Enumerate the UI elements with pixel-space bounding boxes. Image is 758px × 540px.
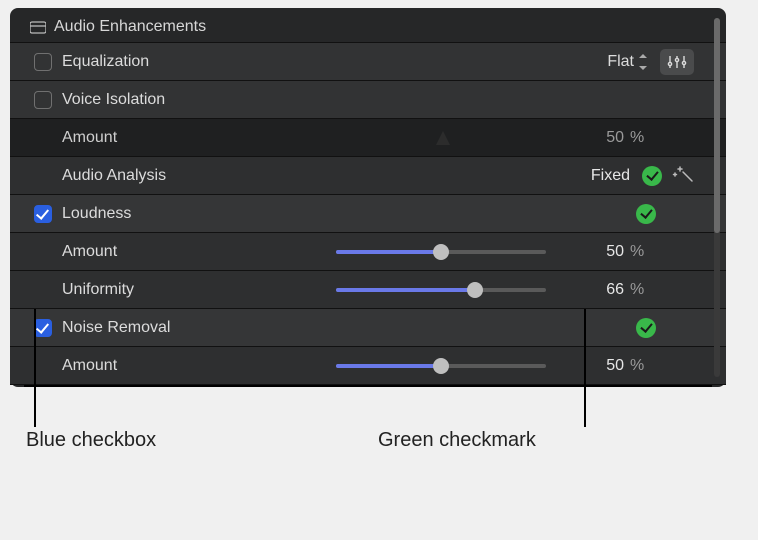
noise-removal-row: Noise Removal	[10, 309, 726, 347]
loudness-uniformity-slider[interactable]	[336, 278, 546, 302]
vi-amount-value: 50	[562, 129, 624, 147]
loudness-label: Loudness	[62, 205, 131, 223]
loudness-amount-value: 50	[562, 243, 624, 261]
scrollbar[interactable]	[714, 18, 720, 377]
loudness-uniformity-row: Uniformity 66 %	[10, 271, 726, 309]
magic-wand-icon[interactable]	[672, 163, 694, 188]
loudness-amount-unit: %	[630, 243, 652, 261]
voice-isolation-checkbox[interactable]	[34, 91, 52, 109]
equalizer-button[interactable]	[660, 49, 694, 75]
noise-removal-checkbox[interactable]	[34, 319, 52, 337]
collapse-icon[interactable]	[30, 20, 46, 34]
vi-amount-unit: %	[630, 129, 652, 147]
loudness-checkbox[interactable]	[34, 205, 52, 223]
callout-blue-checkbox: Blue checkbox	[26, 429, 156, 452]
callouts: Blue checkbox Green checkmark	[0, 397, 758, 465]
voice-isolation-row: Voice Isolation	[10, 81, 726, 119]
loudness-uniformity-value: 66	[562, 281, 624, 299]
panel-bottom-divider	[24, 385, 712, 387]
audio-analysis-label: Audio Analysis	[62, 167, 166, 185]
loudness-amount-label: Amount	[62, 243, 117, 261]
vi-amount-slider-track-empty[interactable]	[434, 129, 452, 147]
audio-enhancements-panel: Audio Enhancements Equalization Flat Voi…	[10, 8, 726, 387]
checkmark-icon	[636, 204, 656, 224]
checkmark-icon	[642, 166, 662, 186]
scrollbar-thumb[interactable]	[714, 18, 720, 233]
loudness-uniformity-unit: %	[630, 281, 652, 299]
equalization-preset-dropdown[interactable]: Flat	[607, 53, 648, 71]
equalization-label: Equalization	[62, 53, 149, 71]
voice-isolation-label: Voice Isolation	[62, 91, 165, 109]
nr-amount-label: Amount	[62, 357, 117, 375]
vi-amount-label: Amount	[62, 129, 117, 147]
section-title: Audio Enhancements	[54, 18, 206, 36]
loudness-amount-slider[interactable]	[336, 240, 546, 264]
loudness-row: Loudness	[10, 195, 726, 233]
equalization-checkbox[interactable]	[34, 53, 52, 71]
nr-amount-value: 50	[562, 357, 624, 375]
loudness-uniformity-label: Uniformity	[62, 281, 134, 299]
voice-isolation-amount-row: Amount 50 %	[10, 119, 726, 157]
noise-removal-label: Noise Removal	[62, 319, 170, 337]
section-header: Audio Enhancements	[10, 14, 726, 43]
chevron-updown-icon	[638, 54, 648, 70]
equalization-preset-value: Flat	[607, 53, 634, 71]
audio-analysis-status: Fixed	[591, 167, 630, 185]
noise-removal-amount-row: Amount 50 %	[10, 347, 726, 385]
callout-green-checkmark: Green checkmark	[378, 429, 536, 452]
noise-removal-amount-slider[interactable]	[336, 354, 546, 378]
checkmark-icon	[636, 318, 656, 338]
loudness-amount-row: Amount 50 %	[10, 233, 726, 271]
equalization-row: Equalization Flat	[10, 43, 726, 81]
nr-amount-unit: %	[630, 357, 652, 375]
audio-analysis-row: Audio Analysis Fixed	[10, 157, 726, 195]
